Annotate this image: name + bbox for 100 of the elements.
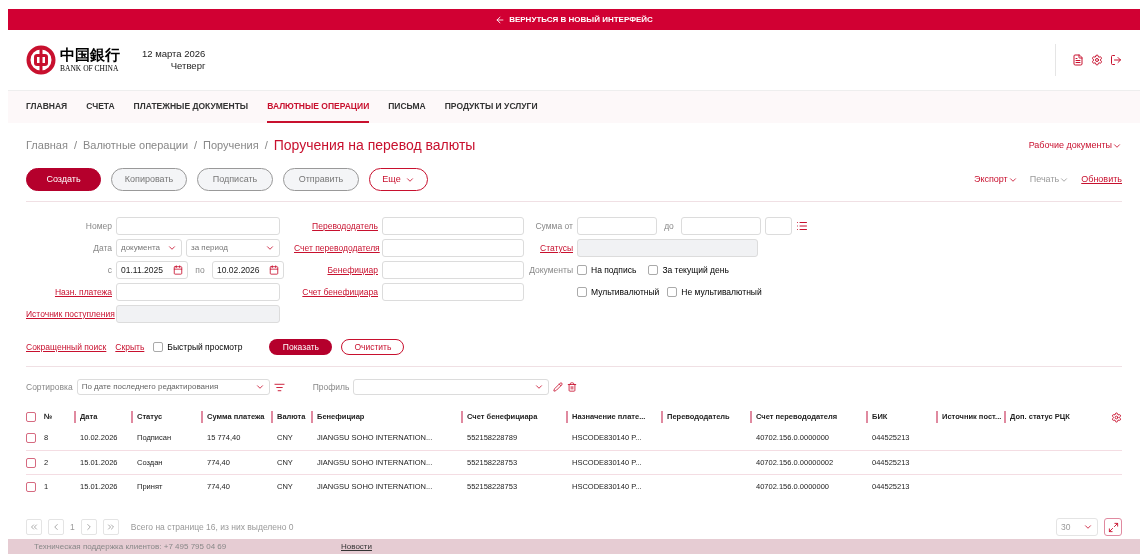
field-label: Профиль bbox=[312, 380, 350, 394]
checkbox[interactable] bbox=[26, 412, 36, 422]
breadcrumb-link[interactable]: Валютные операции bbox=[82, 137, 189, 154]
checkbox[interactable] bbox=[26, 481, 36, 492]
page-summary: Всего на странице 16, из них выделено 0 bbox=[130, 520, 294, 534]
list-icon[interactable] bbox=[796, 220, 808, 232]
next-page-button[interactable] bbox=[80, 519, 97, 535]
filter-link[interactable]: Перевододатель bbox=[294, 219, 378, 233]
action-button[interactable]: Создать bbox=[26, 168, 101, 191]
arrow-left-icon bbox=[495, 14, 506, 25]
page-number: 1 bbox=[70, 520, 75, 534]
breadcrumb-link[interactable]: Поручения bbox=[203, 137, 259, 154]
search-link[interactable]: Сокращенный поиск bbox=[26, 340, 107, 354]
chevron-down-icon bbox=[254, 382, 265, 392]
expand-button[interactable] bbox=[1104, 518, 1122, 536]
weekday-text: Четверг bbox=[170, 60, 206, 72]
field-label: с bbox=[106, 263, 112, 277]
logo-icon bbox=[26, 45, 56, 75]
sort-select[interactable]: По дате последнего редактирования bbox=[76, 379, 270, 395]
action-button[interactable]: Копировать bbox=[111, 168, 187, 191]
checkbox-label: На подпись bbox=[591, 263, 637, 277]
field-label: Сортировка bbox=[26, 380, 73, 394]
sum-to-field[interactable] bbox=[681, 217, 761, 235]
page-title: Поручения на перевод валюты bbox=[273, 136, 476, 155]
banner-link[interactable]: ВЕРНУТЬСЯ В НОВЫЙ ИНТЕРФЕЙС bbox=[509, 13, 653, 26]
breadcrumb-separator: / bbox=[194, 138, 198, 154]
chevron-down-icon bbox=[265, 243, 275, 253]
text-field[interactable] bbox=[382, 261, 524, 279]
nav-tab[interactable]: ПРОДУКТЫ И УСЛУГИ bbox=[444, 91, 538, 123]
checkbox-label: Быстрый просмотр bbox=[167, 340, 243, 354]
nav-tab[interactable]: СЧЕТА bbox=[86, 91, 115, 123]
search-link[interactable]: Скрыть bbox=[115, 340, 145, 354]
sort-icon[interactable] bbox=[273, 381, 285, 393]
field-label: Документы bbox=[529, 263, 573, 277]
date-to-field[interactable]: 10.02.2026 bbox=[212, 261, 284, 279]
previous-page-button[interactable] bbox=[48, 519, 64, 535]
action-button[interactable]: Отправить bbox=[283, 168, 359, 191]
checkbox[interactable] bbox=[26, 457, 36, 468]
logo-chinese-text: 中国銀行 bbox=[60, 47, 120, 63]
filter-link[interactable]: Счет перевододателя bbox=[294, 241, 378, 255]
breadcrumb-link[interactable]: Главная bbox=[26, 137, 68, 154]
first-page-button[interactable] bbox=[26, 519, 42, 535]
action-button[interactable]: Еще bbox=[369, 168, 428, 191]
toolbar-menu[interactable]: Экспорт bbox=[973, 172, 1018, 187]
nav-tab[interactable]: ГЛАВНАЯ bbox=[26, 91, 68, 123]
checkbox[interactable] bbox=[26, 433, 36, 443]
news-link[interactable]: Новости bbox=[341, 540, 372, 553]
trash-icon[interactable] bbox=[567, 382, 578, 392]
checkbox-label: За текущий день bbox=[662, 263, 729, 277]
top-banner[interactable]: ВЕРНУТЬСЯ В НОВЫЙ ИНТЕРФЕЙС bbox=[8, 9, 1140, 30]
text-field[interactable] bbox=[382, 283, 524, 301]
text-field[interactable] bbox=[382, 239, 524, 257]
profile-select[interactable] bbox=[353, 379, 550, 395]
nav-tab[interactable]: ПЛАТЕЖНЫЕ ДОКУМЕНТЫ bbox=[133, 91, 249, 123]
document-icon[interactable] bbox=[1072, 54, 1084, 66]
checkbox[interactable] bbox=[153, 342, 164, 352]
filter-link[interactable]: Назн. платежа bbox=[26, 285, 112, 299]
logout-icon[interactable] bbox=[1110, 54, 1122, 66]
checkbox[interactable] bbox=[648, 265, 659, 275]
checkbox[interactable] bbox=[577, 287, 587, 297]
chevron-down-icon bbox=[534, 382, 545, 392]
settings-icon[interactable] bbox=[1091, 54, 1103, 66]
sum-from-field[interactable] bbox=[577, 217, 657, 235]
currency-field[interactable] bbox=[765, 217, 792, 235]
number-field[interactable] bbox=[116, 217, 280, 235]
action-button[interactable]: Подписать bbox=[197, 168, 273, 191]
support-text: Техническая поддержка клиентов: +7 495 795 04 69 bbox=[34, 540, 228, 553]
expand-icon bbox=[1107, 521, 1119, 533]
calendar-icon[interactable] bbox=[173, 265, 183, 275]
double-chevron-left-icon bbox=[29, 522, 39, 532]
checkbox[interactable] bbox=[667, 287, 678, 297]
nav-tab[interactable]: ВАЛЮТНЫЕ ОПЕРАЦИИ bbox=[267, 91, 370, 123]
date-text: 12 марта 2026 bbox=[142, 48, 206, 60]
calendar-icon[interactable] bbox=[269, 265, 279, 275]
date-from-field[interactable]: 01.11.2025 bbox=[116, 261, 188, 279]
date-type-select[interactable]: документа bbox=[116, 239, 182, 257]
last-page-button[interactable] bbox=[102, 519, 119, 535]
checkbox[interactable] bbox=[577, 265, 587, 275]
field-label: Номер bbox=[84, 219, 112, 233]
field-label: Дата bbox=[92, 241, 112, 255]
field-label: по bbox=[194, 263, 206, 277]
double-chevron-right-icon bbox=[105, 522, 116, 532]
filter-link[interactable]: Счет бенефициара bbox=[294, 285, 378, 299]
show-button[interactable]: Показать bbox=[269, 339, 333, 355]
filter-link[interactable]: Бенефициар bbox=[294, 263, 378, 277]
purpose-field[interactable] bbox=[116, 283, 280, 301]
settings-icon[interactable] bbox=[1111, 411, 1122, 423]
field-label: до bbox=[663, 219, 675, 233]
refresh-link[interactable]: Обновить bbox=[1081, 172, 1122, 187]
chevron-left-icon bbox=[51, 522, 61, 532]
field-label: Сумма от bbox=[534, 219, 573, 233]
chevron-down-icon bbox=[1083, 522, 1093, 532]
breadcrumb-separator: / bbox=[73, 138, 77, 154]
edit-icon[interactable] bbox=[553, 382, 564, 392]
breadcrumb-separator: / bbox=[264, 138, 268, 154]
text-field[interactable] bbox=[382, 217, 524, 235]
checkbox-label: Не мультивалютный bbox=[681, 285, 762, 299]
nav-tab[interactable]: ПИСЬМА bbox=[388, 91, 426, 123]
working-documents-menu[interactable]: Рабочие документы bbox=[1028, 138, 1122, 153]
period-select[interactable]: за период bbox=[186, 239, 280, 257]
